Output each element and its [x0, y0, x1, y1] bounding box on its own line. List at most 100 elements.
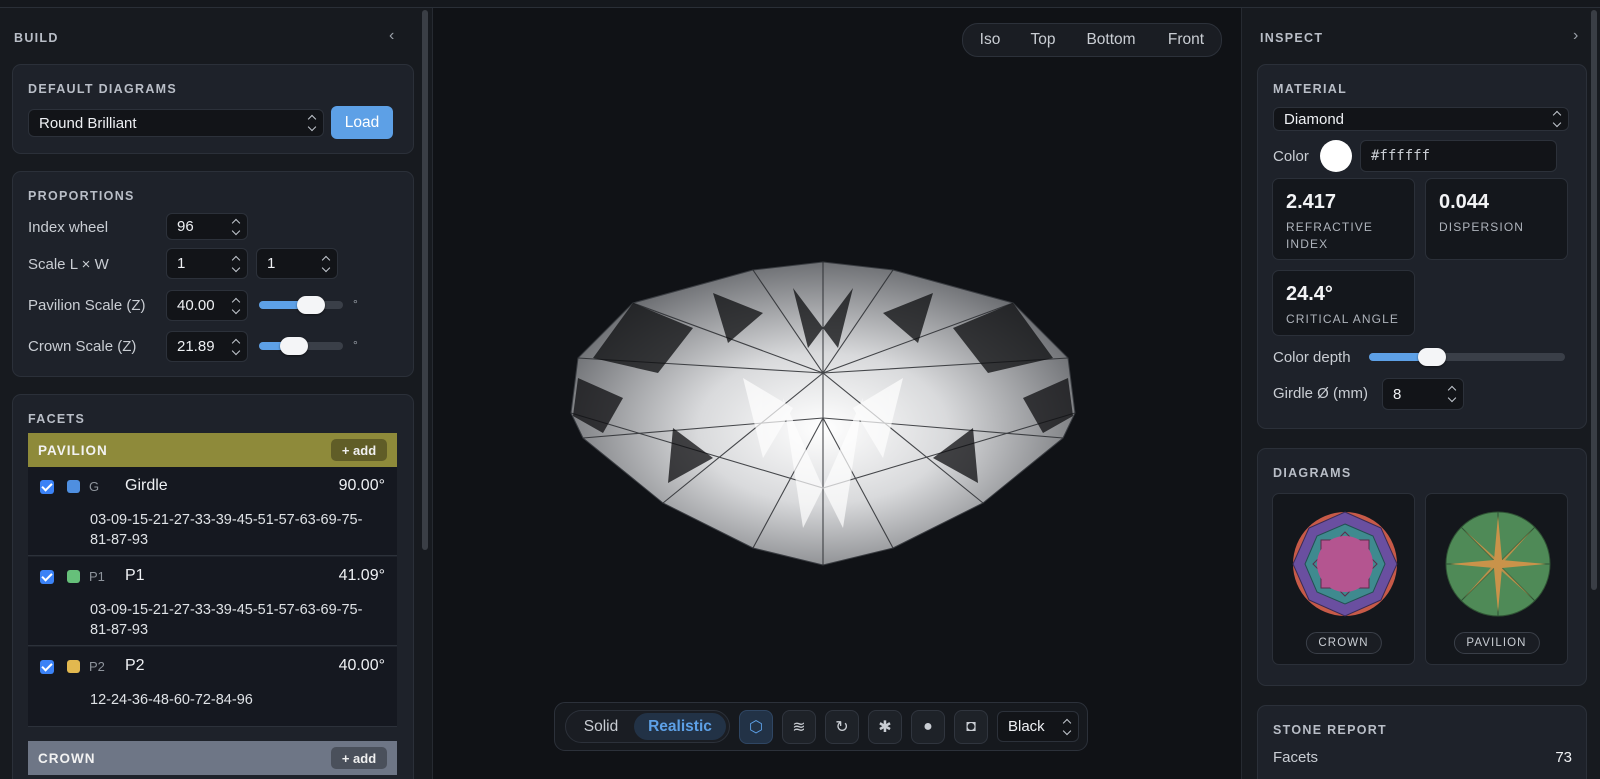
- slider-handle[interactable]: [297, 296, 326, 314]
- scale-width-input[interactable]: 1: [256, 248, 338, 279]
- inspect-panel-title: INSPECT: [1260, 31, 1324, 45]
- inspect-panel: INSPECT › MATERIAL Diamond Color #ffffff…: [1241, 8, 1600, 779]
- pavilion-group-header[interactable]: PAVILION + add: [28, 433, 397, 467]
- view-bottom-button[interactable]: Bottom: [1069, 24, 1153, 56]
- crown-diagram-graphic: [1292, 511, 1398, 617]
- crown-scale-slider[interactable]: [259, 337, 343, 355]
- facet-angle: 40.00°: [338, 657, 385, 674]
- dispersion-value: 0.044: [1439, 191, 1490, 213]
- index-wheel-select[interactable]: 96: [166, 213, 248, 240]
- facets-count-value: 73: [1555, 749, 1572, 766]
- view-front-button[interactable]: Front: [1153, 24, 1219, 56]
- facet-visible-checkbox[interactable]: [40, 660, 54, 674]
- material-select[interactable]: Diamond: [1273, 107, 1569, 131]
- material-card: MATERIAL Diamond Color #ffffff 2.417 REF…: [1257, 64, 1587, 429]
- facet-visible-checkbox[interactable]: [40, 570, 54, 584]
- add-crown-facet-button[interactable]: + add: [331, 747, 387, 769]
- crown-scale-input[interactable]: 21.89: [166, 331, 248, 362]
- solid-mode-button[interactable]: Solid: [570, 711, 632, 742]
- girdle-diameter-value: 8: [1393, 385, 1402, 403]
- facet-visible-checkbox[interactable]: [40, 480, 54, 494]
- collapse-right-chevron-icon[interactable]: ›: [1573, 27, 1578, 45]
- color-swatch[interactable]: [1320, 140, 1352, 172]
- select-updown-icon: [1552, 110, 1562, 128]
- snowflake-icon[interactable]: ✱: [868, 710, 902, 744]
- facet-indexes: 03-09-15-21-27-33-39-45-51-57-63-69-75-8…: [90, 602, 363, 638]
- facet-color-swatch[interactable]: [67, 660, 80, 673]
- select-updown-icon: [1062, 718, 1072, 735]
- right-panel-scrollbar[interactable]: [1591, 10, 1597, 590]
- facet-indexes: 03-09-15-21-27-33-39-45-51-57-63-69-75-8…: [90, 512, 363, 548]
- slider-handle[interactable]: [280, 337, 309, 355]
- stepper-icon: [231, 218, 241, 235]
- color-depth-slider[interactable]: [1369, 348, 1565, 366]
- scale-width-value: 1: [267, 255, 276, 272]
- diamond-render[interactable]: [563, 258, 1083, 578]
- view-iso-button[interactable]: Iso: [963, 24, 1017, 56]
- critical-angle-value: 24.4°: [1286, 283, 1333, 305]
- scale-length-input[interactable]: 1: [166, 248, 248, 279]
- girdle-label: Girdle Ø (mm): [1273, 385, 1368, 402]
- facet-name: Girdle: [125, 477, 168, 494]
- realistic-mode-button[interactable]: Realistic: [634, 713, 726, 740]
- girdle-diameter-input[interactable]: 8: [1382, 378, 1464, 410]
- background-select[interactable]: Black: [997, 711, 1079, 742]
- crown-diagram[interactable]: CROWN: [1272, 493, 1415, 665]
- color-hex-input[interactable]: #ffffff: [1360, 140, 1557, 172]
- facet-row[interactable]: P1 P1 41.09° 03-09-15-21-27-33-39-45-51-…: [28, 557, 397, 646]
- proportions-card: PROPORTIONS Index wheel 96 Scale L × W 1…: [12, 171, 414, 377]
- load-button[interactable]: Load: [331, 106, 393, 139]
- dispersion-label: DISPERSION: [1439, 220, 1525, 234]
- facet-color-swatch[interactable]: [67, 570, 80, 583]
- crown-degree-unit: °: [353, 338, 358, 352]
- build-panel-title: BUILD: [14, 31, 59, 45]
- crown-group-label: CROWN: [38, 750, 96, 766]
- default-diagram-value: Round Brilliant: [39, 114, 137, 132]
- cube-icon[interactable]: ⬡: [739, 710, 773, 744]
- facet-angle: 41.09°: [338, 567, 385, 584]
- layers-icon[interactable]: ≋: [782, 710, 816, 744]
- dot-icon[interactable]: ●: [911, 710, 945, 744]
- critical-angle-stat: 24.4° CRITICAL ANGLE: [1272, 270, 1415, 336]
- pavilion-diagram[interactable]: PAVILION: [1425, 493, 1568, 665]
- facet-indexes: 12-24-36-48-60-72-84-96: [90, 692, 253, 708]
- collapse-left-chevron-icon[interactable]: ‹: [389, 27, 394, 45]
- stepper-icon: [231, 297, 241, 314]
- view-top-button[interactable]: Top: [1017, 24, 1069, 56]
- stone-report-card: STONE REPORT Facets 73: [1257, 705, 1587, 779]
- crown-scale-value: 21.89: [177, 338, 215, 355]
- background-value: Black: [1008, 718, 1045, 735]
- refractive-index-value: 2.417: [1286, 191, 1337, 213]
- pavilion-group-label: PAVILION: [38, 442, 108, 458]
- facet-name: P1: [125, 567, 145, 584]
- select-updown-icon: [307, 114, 317, 132]
- diagrams-title: DIAGRAMS: [1273, 466, 1352, 480]
- facet-angle: 90.00°: [338, 477, 385, 494]
- rotate-icon[interactable]: ↻: [825, 710, 859, 744]
- view-switcher: Iso Top Bottom Front: [962, 23, 1222, 57]
- pavilion-scale-input[interactable]: 40.00: [166, 290, 248, 321]
- stepper-icon: [231, 338, 241, 355]
- scale-label: Scale L × W: [28, 256, 109, 273]
- facet-color-swatch[interactable]: [67, 480, 80, 493]
- default-diagrams-card: DEFAULT DIAGRAMS Round Brilliant Load: [12, 64, 414, 154]
- add-pavilion-facet-button[interactable]: + add: [331, 439, 387, 461]
- left-panel-scrollbar[interactable]: [422, 10, 428, 550]
- color-label: Color: [1273, 148, 1309, 165]
- render-toolbar: Solid Realistic ⬡ ≋ ↻ ✱ ● ◘ Black: [554, 702, 1088, 751]
- viewport[interactable]: Iso Top Bottom Front Solid Realistic ⬡ ≋…: [433, 8, 1241, 779]
- facet-row[interactable]: G Girdle 90.00° 03-09-15-21-27-33-39-45-…: [28, 467, 397, 556]
- refractive-index-label: REFRACTIVE INDEX: [1286, 220, 1374, 251]
- diagrams-card: DIAGRAMS CROWN PAVILION: [1257, 448, 1587, 686]
- facet-row[interactable]: P2 P2 40.00° 12-24-36-48-60-72-84-96: [28, 647, 397, 727]
- color-depth-label: Color depth: [1273, 349, 1351, 366]
- material-value: Diamond: [1284, 110, 1345, 128]
- camera-icon[interactable]: ◘: [954, 710, 988, 744]
- pavilion-scale-slider[interactable]: [259, 296, 343, 314]
- slider-handle[interactable]: [1417, 348, 1446, 366]
- crown-group-header[interactable]: CROWN + add: [28, 741, 397, 775]
- facet-name: P2: [125, 657, 145, 674]
- render-mode-switcher: Solid Realistic: [565, 710, 730, 743]
- proportions-title: PROPORTIONS: [28, 189, 135, 203]
- default-diagram-select[interactable]: Round Brilliant: [28, 109, 324, 137]
